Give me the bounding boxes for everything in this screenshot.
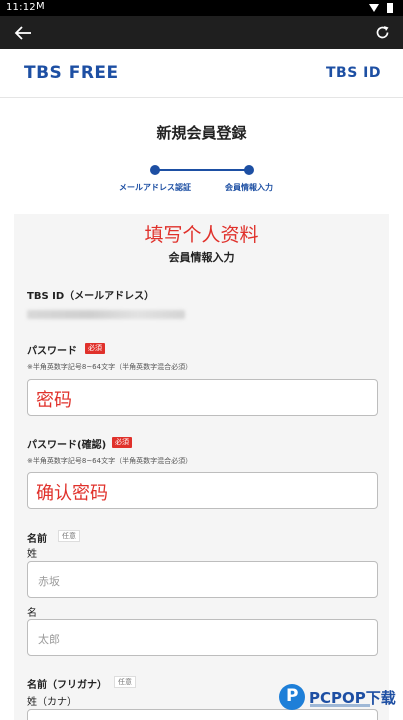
back-arrow-icon[interactable] [12,22,34,44]
status-time: 11:12 [6,2,36,13]
step-1-dot [150,165,160,175]
reload-icon[interactable] [374,24,391,41]
kana-optional-badge: 任意 [114,676,136,688]
mei-field[interactable]: 太郎 [27,619,378,656]
mei-placeholder: 太郎 [38,633,60,646]
kana-label: 名前（フリガナ） [27,680,107,691]
password-hint: ※半角英数字記号8~64文字（半角英数字混合必須） [27,363,193,371]
step-2-label: 会員情報入力 [225,183,273,192]
name-optional-badge: 任意 [58,530,80,542]
mail-icon: M [36,1,45,12]
password-confirm-field[interactable]: 确认密码 [27,472,378,509]
mei-label: 名 [27,608,37,619]
watermark-logo-icon: P [279,684,305,710]
email-label: TBS ID（メールアドレス） [27,291,155,302]
name-label: 名前 [27,534,47,545]
page-title: 新規会員登録 [156,124,247,142]
password-confirm-required-badge: 必須 [112,437,132,448]
watermark-logo-letter: P [286,686,299,706]
stepper-line [155,169,249,171]
sei-field[interactable]: 赤坂 [27,561,378,598]
watermark-subline [310,704,370,707]
progress-stepper: メールアドレス認証 会員情報入力 [0,163,403,203]
section-title: 会員情報入力 [168,251,235,264]
app-bar [0,16,403,49]
tbs-free-logo[interactable]: TBS FREE [24,63,119,83]
sei-label: 姓 [27,549,37,560]
password-field[interactable]: 密码 [27,379,378,416]
password-value: 密码 [36,390,72,411]
kana-sei-label: 姓（カナ） [27,697,77,708]
step-1-label: メールアドレス認証 [119,183,191,192]
password-required-badge: 必須 [85,343,105,354]
email-value-blurred [27,310,185,319]
sei-placeholder: 赤坂 [38,575,60,588]
kana-sei-field[interactable] [27,709,378,720]
password-label: パスワード [27,346,77,357]
site-header: TBS FREE TBS ID [0,49,403,98]
step-2-dot [244,165,254,175]
status-bar: 11:12 M [0,0,403,16]
tbs-id-logo[interactable]: TBS ID [326,65,381,81]
battery-icon [387,3,393,13]
password-confirm-value: 确认密码 [36,483,108,504]
wifi-icon [369,4,379,12]
password-confirm-label: パスワード(確認) [27,440,107,451]
overlay-caption: 填写个人资料 [144,224,259,246]
password-confirm-hint: ※半角英数字記号8~64文字（半角英数字混合必須） [27,457,193,465]
